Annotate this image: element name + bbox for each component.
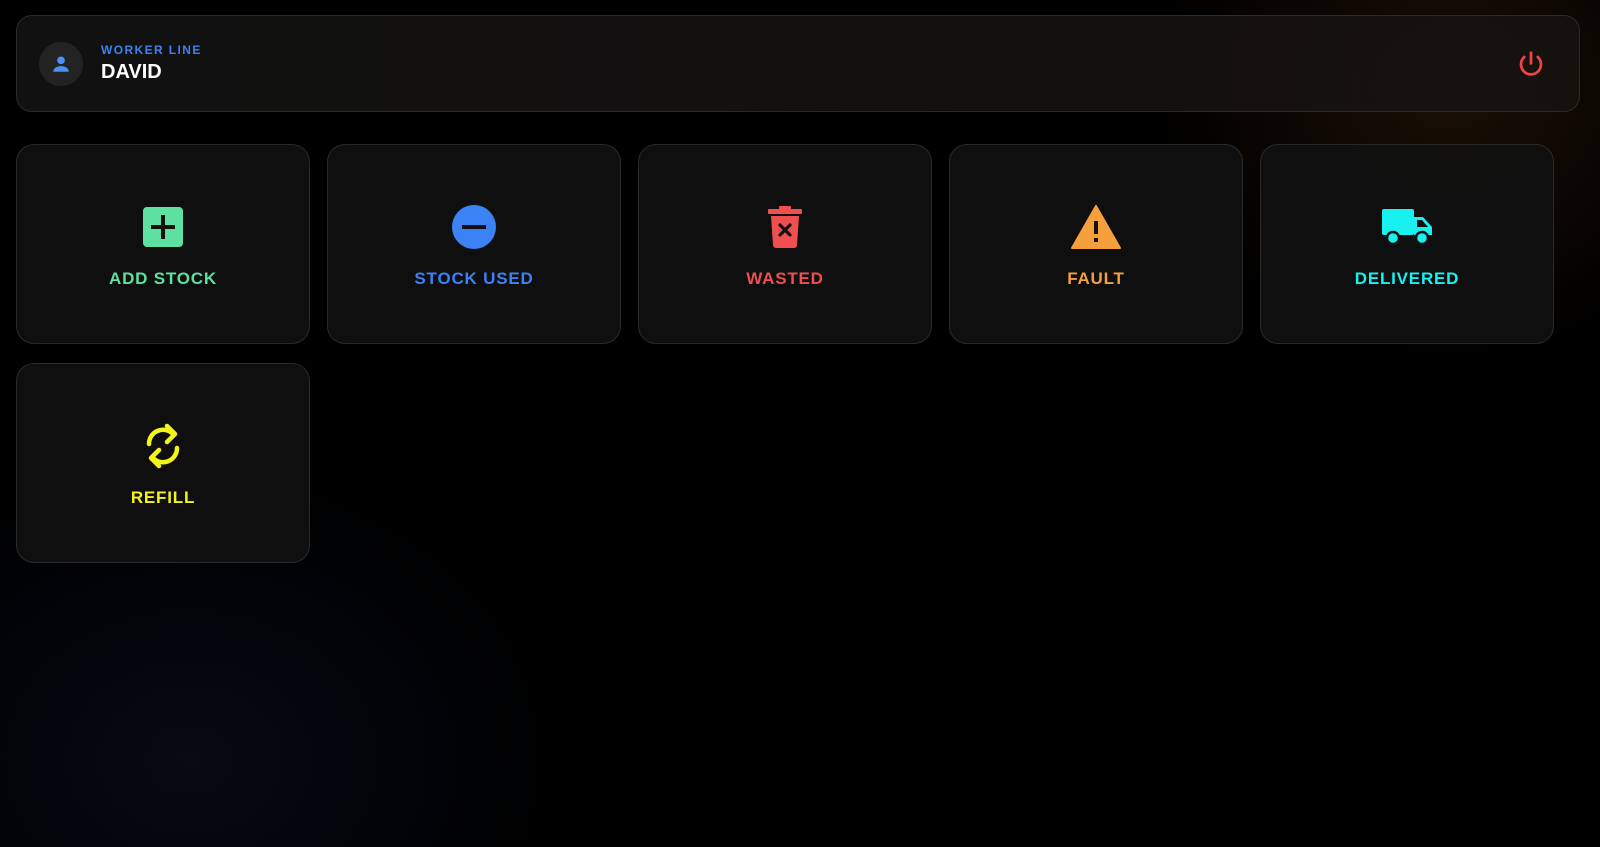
add-stock-button[interactable]: ADD STOCK — [16, 144, 310, 344]
truck-icon — [1382, 209, 1432, 246]
minus-circle-icon — [452, 205, 496, 249]
stock-used-label: STOCK USED — [414, 269, 534, 288]
user-icon — [53, 55, 69, 72]
avatar — [39, 41, 83, 86]
power-icon — [1519, 50, 1543, 76]
delivered-label: DELIVERED — [1354, 269, 1460, 288]
logout-button[interactable] — [1511, 44, 1551, 84]
refill-button[interactable]: REFILL — [16, 363, 310, 563]
fault-button[interactable]: FAULT — [949, 144, 1243, 344]
role-label: WORKER LINE — [101, 43, 202, 57]
user-info: WORKER LINE DAVID — [101, 43, 202, 84]
wasted-button[interactable]: WASTED — [638, 144, 932, 344]
add-stock-label: ADD STOCK — [109, 269, 217, 288]
user-name: DAVID — [101, 61, 162, 83]
fault-label: FAULT — [1067, 269, 1125, 288]
warning-triangle-icon — [1071, 205, 1121, 249]
wasted-label: WASTED — [746, 269, 824, 288]
refill-label: REFILL — [130, 488, 196, 507]
stock-used-button[interactable]: STOCK USED — [327, 144, 621, 344]
trash-x-icon — [768, 206, 802, 248]
delivered-button[interactable]: DELIVERED — [1260, 144, 1554, 344]
plus-square-icon — [143, 207, 183, 247]
header-bar: WORKER LINE DAVID — [16, 15, 1580, 112]
refresh-icon — [146, 423, 180, 469]
